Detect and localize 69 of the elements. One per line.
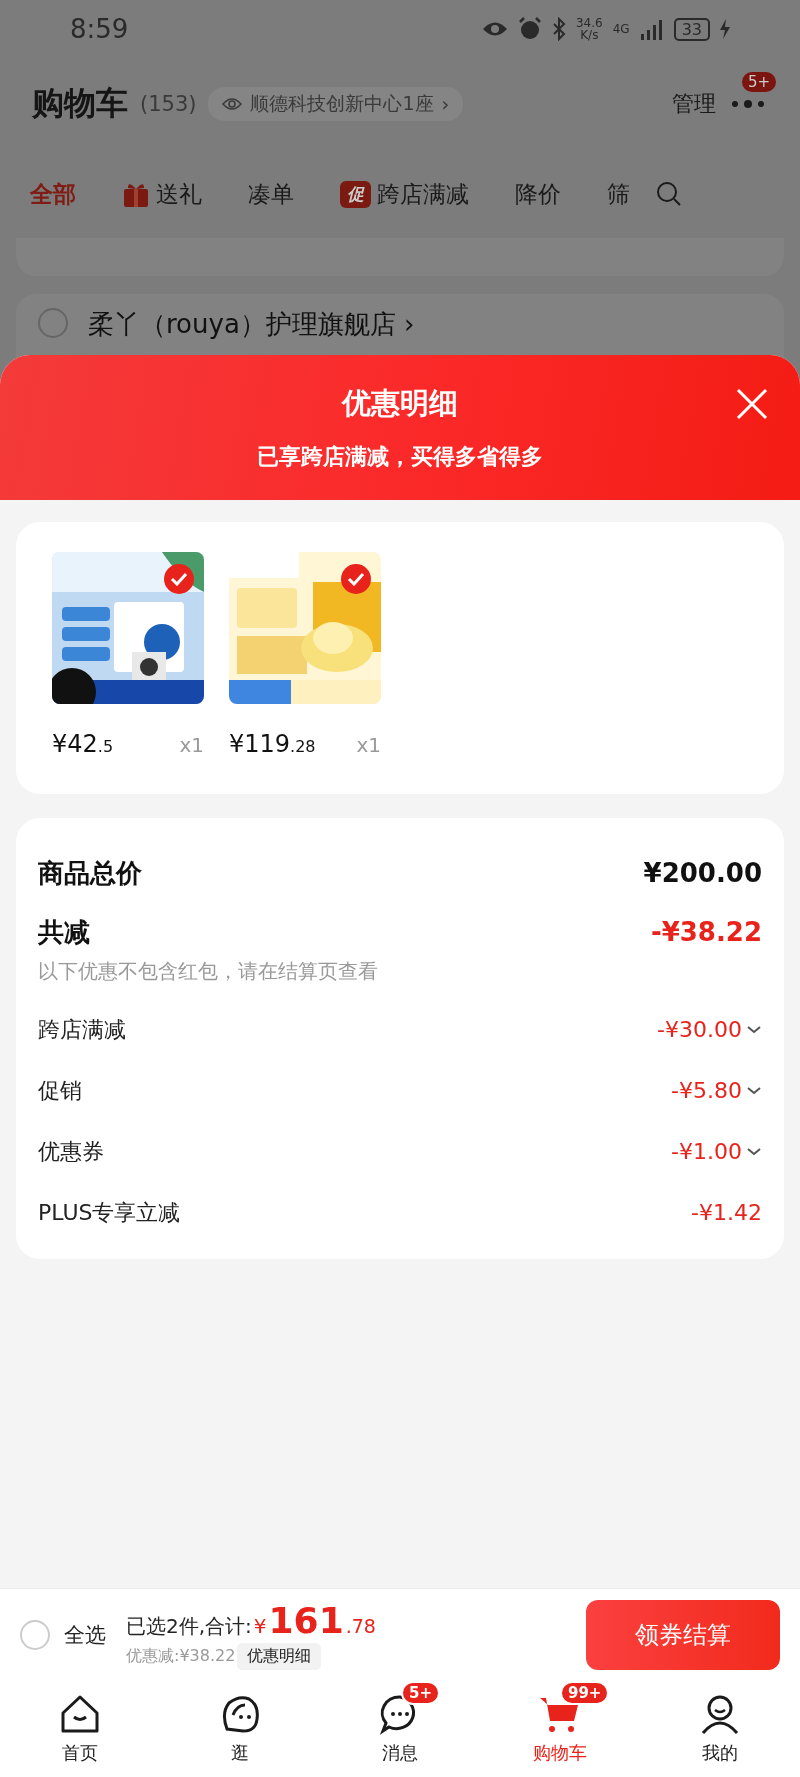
manage-button[interactable]: 管理: [672, 89, 716, 119]
search-icon[interactable]: [656, 181, 682, 207]
discount-value: -¥30.00: [657, 1017, 742, 1042]
promo-tag: 促: [340, 180, 371, 208]
filter-tab[interactable]: 促 跨店满减: [340, 178, 469, 210]
reduction-note: 以下优惠不包含红包，请在结算页查看: [38, 958, 379, 985]
discount-value: -¥1.00: [671, 1139, 742, 1164]
selected-summary: 已选2件,合计:: [126, 1612, 252, 1640]
battery-level: 33: [673, 17, 710, 41]
chevron-text: ›: [441, 93, 450, 115]
more-icon[interactable]: [730, 99, 766, 109]
discount-value: -¥1.42: [691, 1200, 762, 1225]
reduction-value: -¥38.22: [650, 917, 762, 947]
total-decimal: .78: [345, 1614, 376, 1637]
discount-label: 优惠券: [38, 1137, 104, 1166]
product-price: ¥119.28: [229, 730, 316, 758]
cart-count: (153): [140, 92, 197, 116]
count-badge: 99+: [560, 1680, 610, 1705]
bluetooth-icon: [552, 17, 566, 41]
store-name[interactable]: 柔丫（rouya）护理旗舰店 ›: [88, 308, 415, 340]
checkout-button[interactable]: 领券结算: [586, 1599, 780, 1670]
chevron-down-icon[interactable]: [746, 1085, 762, 1096]
filter-tab[interactable]: 送礼: [122, 178, 202, 210]
location-chip[interactable]: 顺德科技创新中心1座 ›: [208, 87, 464, 121]
discount-detail-button[interactable]: 优惠明细: [237, 1642, 322, 1670]
sheet-title: 优惠明细: [342, 384, 458, 422]
filter-tab[interactable]: 凑单: [248, 178, 294, 210]
nav-tab[interactable]: 逛: [160, 1680, 320, 1777]
chevron-down-icon[interactable]: [746, 1024, 762, 1035]
product-quantity: x1: [356, 733, 381, 757]
discount-label: 促销: [38, 1076, 82, 1105]
sheet-subtitle: 已享跨店满减，买得多省得多: [257, 442, 543, 471]
network-speed: 34.6 K/s: [576, 17, 603, 41]
filter-tab[interactable]: 全部: [30, 178, 76, 210]
discount-value: -¥5.80: [671, 1078, 742, 1103]
nav-tab[interactable]: 我的: [640, 1680, 800, 1777]
total-label: 商品总价: [38, 856, 142, 890]
checkmark-icon: [170, 572, 188, 586]
count-badge: 5+: [401, 1680, 440, 1705]
charging-icon: [720, 19, 730, 39]
discount-label: 跨店满减: [38, 1015, 126, 1044]
product-quantity: x1: [179, 733, 204, 757]
status-time: 8:59: [70, 14, 130, 44]
alarm-icon: [518, 17, 542, 41]
notification-badge: 5+: [739, 70, 778, 94]
close-icon: [735, 386, 769, 421]
nav-tab[interactable]: 首页: [0, 1680, 160, 1777]
location-text: 顺德科技创新中心1座: [250, 91, 434, 116]
store-checkbox[interactable]: [38, 308, 68, 338]
select-all-label[interactable]: 全选: [64, 1620, 106, 1649]
discount-amount: 优惠减:¥38.22: [126, 1645, 236, 1667]
reduction-label: 共减: [38, 915, 90, 949]
chevron-down-icon[interactable]: [746, 1146, 762, 1157]
eye-icon: [222, 97, 243, 111]
total-value: ¥200.00: [643, 858, 762, 888]
total-amount: 161: [268, 1599, 344, 1641]
currency-sign: ¥: [253, 1613, 267, 1638]
filter-tab[interactable]: 筛: [607, 178, 630, 210]
page-title: 购物车: [32, 83, 128, 124]
network-type: 4G: [612, 23, 630, 35]
filter-tab[interactable]: 降价: [515, 178, 561, 210]
signal-icon: [639, 18, 664, 40]
checkmark-icon: [347, 572, 365, 586]
discount-label: PLUS专享立减: [38, 1198, 181, 1227]
nav-tab[interactable]: 99+ 购物车: [480, 1680, 640, 1777]
nav-tab[interactable]: 5+ 消息: [320, 1680, 480, 1777]
product-price: ¥42.5: [52, 730, 114, 758]
eye-icon: [482, 20, 508, 38]
select-all-checkbox[interactable]: [20, 1619, 50, 1650]
